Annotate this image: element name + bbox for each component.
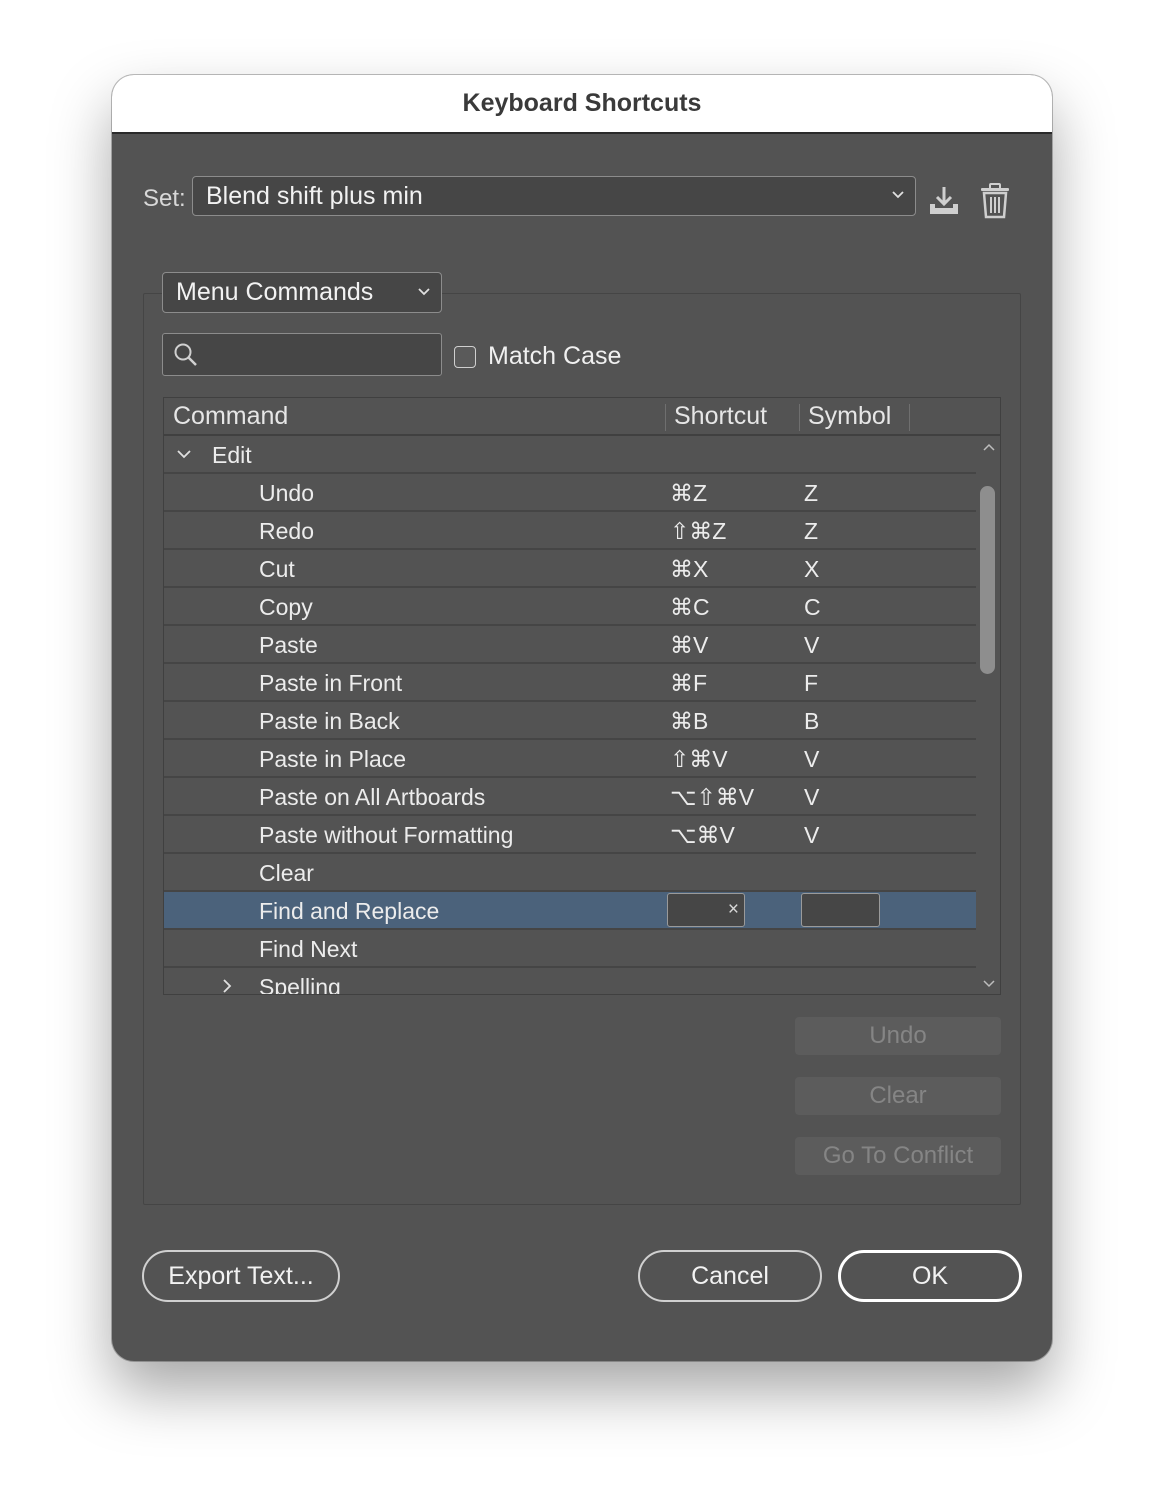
symbol-cell[interactable]: Z [804,480,818,507]
shortcut-cell[interactable]: ⌘F [670,670,707,697]
shortcut-cell[interactable]: ⇧⌘V [670,746,728,773]
set-label: Set: [143,185,186,212]
command-cell: Paste without Formatting [259,822,514,848]
shortcut-cell[interactable]: ⌘Z [670,480,707,507]
go-to-conflict-button[interactable]: Go To Conflict [795,1137,1001,1175]
cancel-button[interactable]: Cancel [638,1250,822,1302]
command-cell: Undo [259,480,314,506]
column-header-command[interactable]: Command [173,402,288,431]
shortcut-cell[interactable]: ⌘V [670,632,708,659]
table-row[interactable]: Paste on All Artboards ⌥⇧⌘V V [164,778,976,816]
dialog-title: Keyboard Shortcuts [462,89,702,117]
command-cell: Paste in Back [259,708,400,734]
shortcut-cell[interactable]: ⌥⌘V [670,822,735,849]
shortcut-cell[interactable]: ⌘X [670,556,708,583]
command-cell: Redo [259,518,314,544]
group-label: Edit [212,442,252,468]
scrollbar-thumb[interactable] [980,486,995,674]
match-case-checkbox[interactable]: Match Case [454,342,621,371]
command-cell: Find Next [259,936,358,962]
command-cell: Paste in Front [259,670,403,696]
chevron-down-icon[interactable] [176,446,192,462]
shortcut-cell[interactable]: ⇧⌘Z [670,518,726,545]
ok-button[interactable]: OK [838,1250,1022,1302]
shortcut-cell[interactable]: ⌥⇧⌘V [670,784,754,811]
shortcut-edit-field[interactable]: × [667,893,745,927]
column-divider[interactable] [665,404,666,431]
table-row-selected[interactable]: Find and Replace × [164,892,976,930]
table-row[interactable]: Cut ⌘X X [164,550,976,588]
scroll-down-icon[interactable] [983,979,995,989]
match-case-label: Match Case [488,342,622,370]
undo-button[interactable]: Undo [795,1017,1001,1055]
symbol-cell[interactable]: F [804,670,818,697]
search-icon [174,343,197,366]
command-cell: Paste [259,632,318,658]
vertical-scrollbar[interactable] [976,436,1000,994]
set-dropdown[interactable]: Blend shift plus min [192,176,916,216]
symbol-cell[interactable]: V [804,632,819,659]
scroll-up-icon[interactable] [983,442,995,452]
command-cell: Paste in Place [259,746,407,772]
table-row[interactable]: Paste in Back ⌘B B [164,702,976,740]
table-row[interactable]: Copy ⌘C C [164,588,976,626]
shortcuts-table: Command Shortcut Symbol Edit Undo ⌘Z Z R… [163,397,1001,995]
category-dropdown-value: Menu Commands [176,278,374,306]
column-header-shortcut[interactable]: Shortcut [674,402,767,431]
symbol-cell[interactable]: V [804,746,819,773]
group-row-spelling[interactable]: Spelling [164,968,976,995]
column-divider[interactable] [909,404,910,431]
command-cell: Cut [259,556,295,582]
command-cell: Clear [259,860,314,886]
chevron-down-icon [418,288,430,296]
symbol-edit-field[interactable] [801,893,880,927]
command-cell: Find and Replace [259,898,440,924]
table-row[interactable]: Paste in Front ⌘F F [164,664,976,702]
set-dropdown-value: Blend shift plus min [206,181,423,210]
table-body: Edit Undo ⌘Z Z Redo ⇧⌘Z Z Cut ⌘X X Copy … [164,436,976,995]
save-set-icon[interactable] [927,184,961,218]
table-row[interactable]: Paste in Place ⇧⌘V V [164,740,976,778]
shortcut-cell[interactable]: ⌘C [670,594,710,621]
export-text-button[interactable]: Export Text... [142,1250,340,1302]
search-input[interactable] [203,340,437,370]
table-row[interactable]: Paste ⌘V V [164,626,976,664]
chevron-down-icon [892,191,904,199]
clear-shortcut-icon[interactable]: × [728,899,739,921]
symbol-cell[interactable]: V [804,784,819,811]
keyboard-shortcuts-dialog: Keyboard Shortcuts Set: Blend shift plus… [112,75,1052,1361]
clear-button[interactable]: Clear [795,1077,1001,1115]
column-header-symbol[interactable]: Symbol [808,402,891,431]
table-row[interactable]: Undo ⌘Z Z [164,474,976,512]
table-row[interactable]: Clear [164,854,976,892]
group-label: Spelling [259,974,341,995]
table-row[interactable]: Paste without Formatting ⌥⌘V V [164,816,976,854]
symbol-cell[interactable]: X [804,556,819,583]
shortcut-cell[interactable]: ⌘B [670,708,708,735]
match-case-box[interactable] [454,345,476,368]
command-cell: Paste on All Artboards [259,784,486,810]
table-header: Command Shortcut Symbol [164,398,1000,436]
column-divider[interactable] [799,404,800,431]
table-row[interactable]: Find Next [164,930,976,968]
title-bar: Keyboard Shortcuts [112,75,1052,134]
chevron-right-icon[interactable] [219,978,235,994]
symbol-cell[interactable]: V [804,822,819,849]
search-field[interactable] [162,333,442,376]
trash-icon[interactable] [980,183,1010,219]
category-dropdown[interactable]: Menu Commands [162,272,442,313]
symbol-cell[interactable]: B [804,708,819,735]
symbol-cell[interactable]: C [804,594,821,621]
group-row-edit[interactable]: Edit [164,436,976,474]
table-row[interactable]: Redo ⇧⌘Z Z [164,512,976,550]
symbol-cell[interactable]: Z [804,518,818,545]
command-cell: Copy [259,594,313,620]
